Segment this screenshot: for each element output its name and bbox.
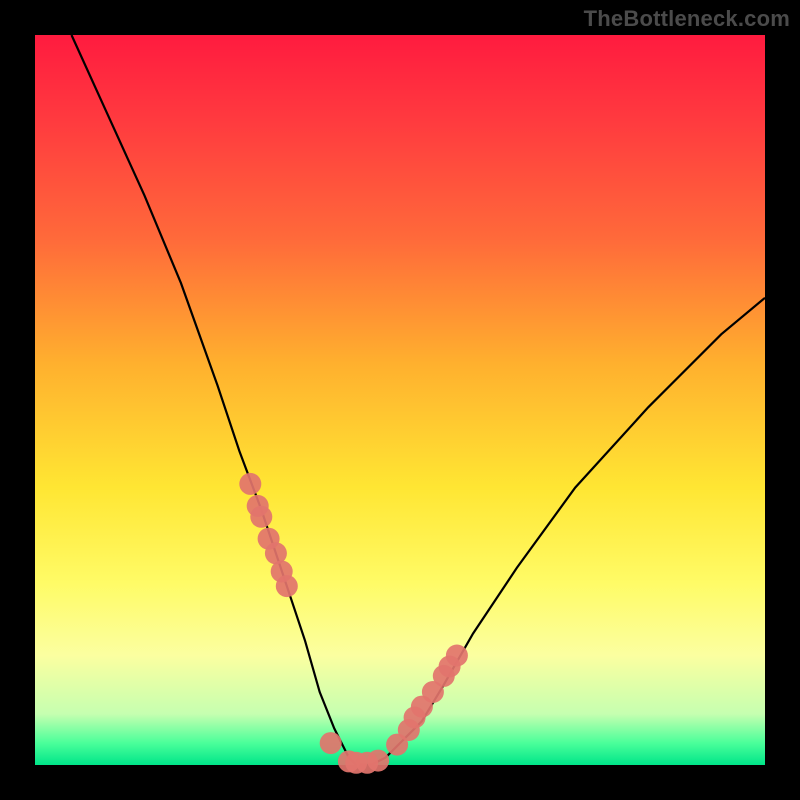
bottleneck-svg <box>35 35 765 765</box>
bottleneck-curve <box>72 35 766 765</box>
highlight-dots-group <box>239 473 468 774</box>
chart-frame: TheBottleneck.com <box>0 0 800 800</box>
highlight-dot <box>446 645 468 667</box>
highlight-dot <box>320 732 342 754</box>
watermark-text: TheBottleneck.com <box>584 6 790 32</box>
highlight-dot <box>239 473 261 495</box>
highlight-dot <box>276 575 298 597</box>
plot-area <box>35 35 765 765</box>
highlight-dot <box>367 750 389 772</box>
highlight-dot <box>250 506 272 528</box>
